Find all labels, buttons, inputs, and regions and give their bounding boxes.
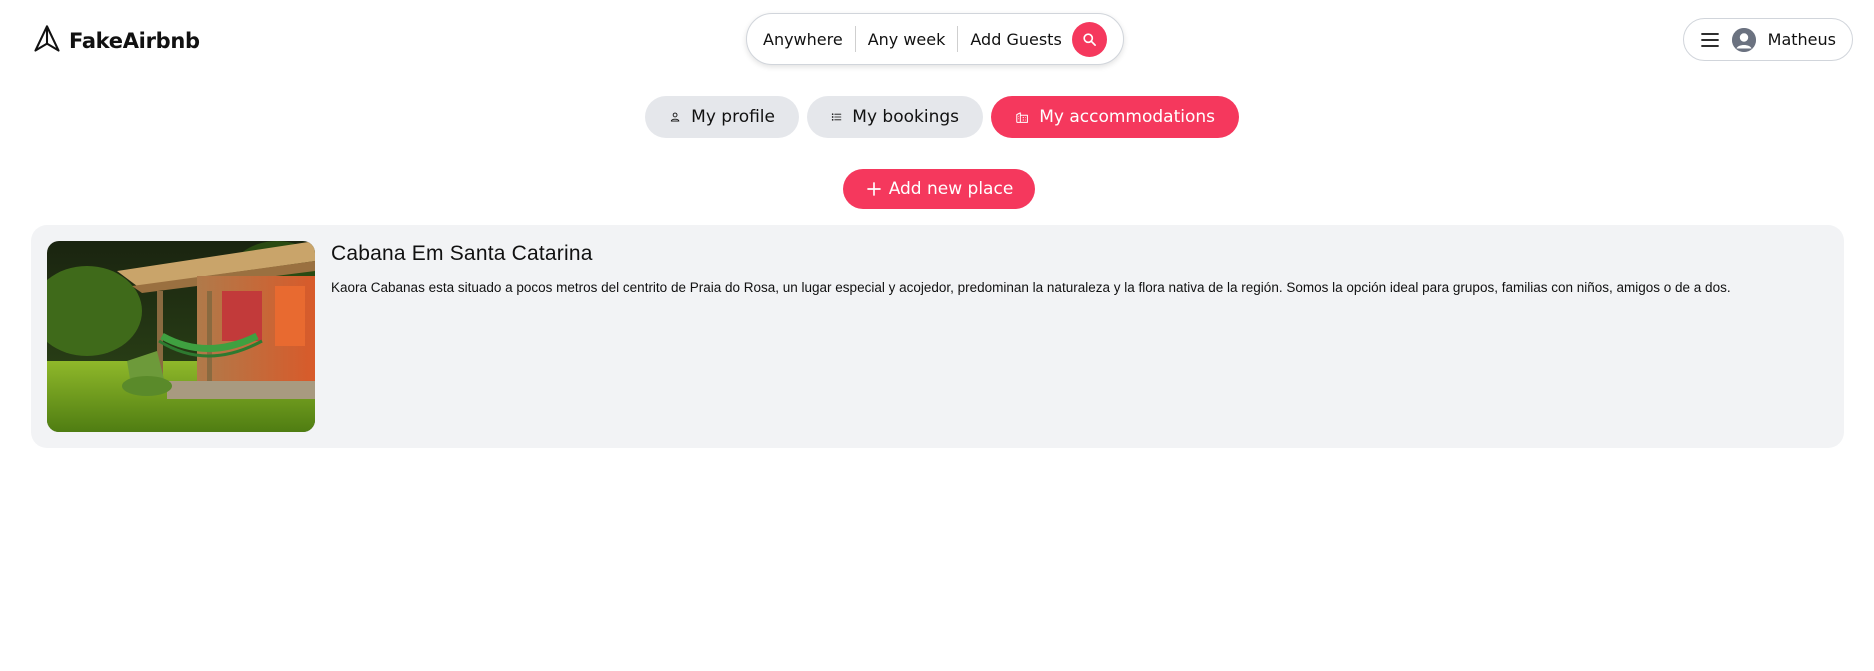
search-button[interactable] [1071,21,1107,57]
divider [957,26,959,52]
divider [854,26,856,52]
tab-label: My accommodations [1039,107,1215,127]
tab-my-profile[interactable]: My profile [645,96,799,138]
place-description: Kaora Cabanas esta situado a pocos metro… [331,280,1731,295]
logo[interactable]: FakeAirbnb [33,24,200,58]
place-title: Cabana Em Santa Catarina [331,242,593,265]
tab-my-bookings[interactable]: My bookings [807,96,983,138]
building-icon [1016,112,1028,123]
add-button-label: Add new place [888,179,1014,199]
logo-text: FakeAirbnb [69,29,200,53]
plus-icon [866,182,881,196]
avatar [1732,27,1756,52]
search-icon [1083,32,1096,46]
account-tabs: My profile My bookings My accommodations [645,96,1239,138]
top-header: FakeAirbnb Anywhere Any week Add Guests [0,0,1874,78]
paper-plane-icon [33,24,61,58]
tab-label: My bookings [852,107,959,127]
search-week[interactable]: Any week [868,30,946,49]
tab-label: My profile [691,107,775,127]
search-location[interactable]: Anywhere [763,30,843,49]
user-menu[interactable]: Matheus [1683,18,1853,61]
user-icon [670,112,680,122]
tab-my-accommodations[interactable]: My accommodations [991,96,1239,138]
search-guests[interactable]: Add Guests [970,30,1061,49]
user-avatar-icon [1732,27,1756,52]
place-card[interactable]: Cabana Em Santa Catarina Kaora Cabanas e… [31,225,1844,448]
search-bar[interactable]: Anywhere Any week Add Guests [746,13,1124,65]
hamburger-menu-icon [1700,32,1720,48]
add-new-place-button[interactable]: Add new place [843,169,1035,209]
place-photo [47,241,315,432]
user-name: Matheus [1767,30,1836,49]
list-icon [831,113,842,121]
